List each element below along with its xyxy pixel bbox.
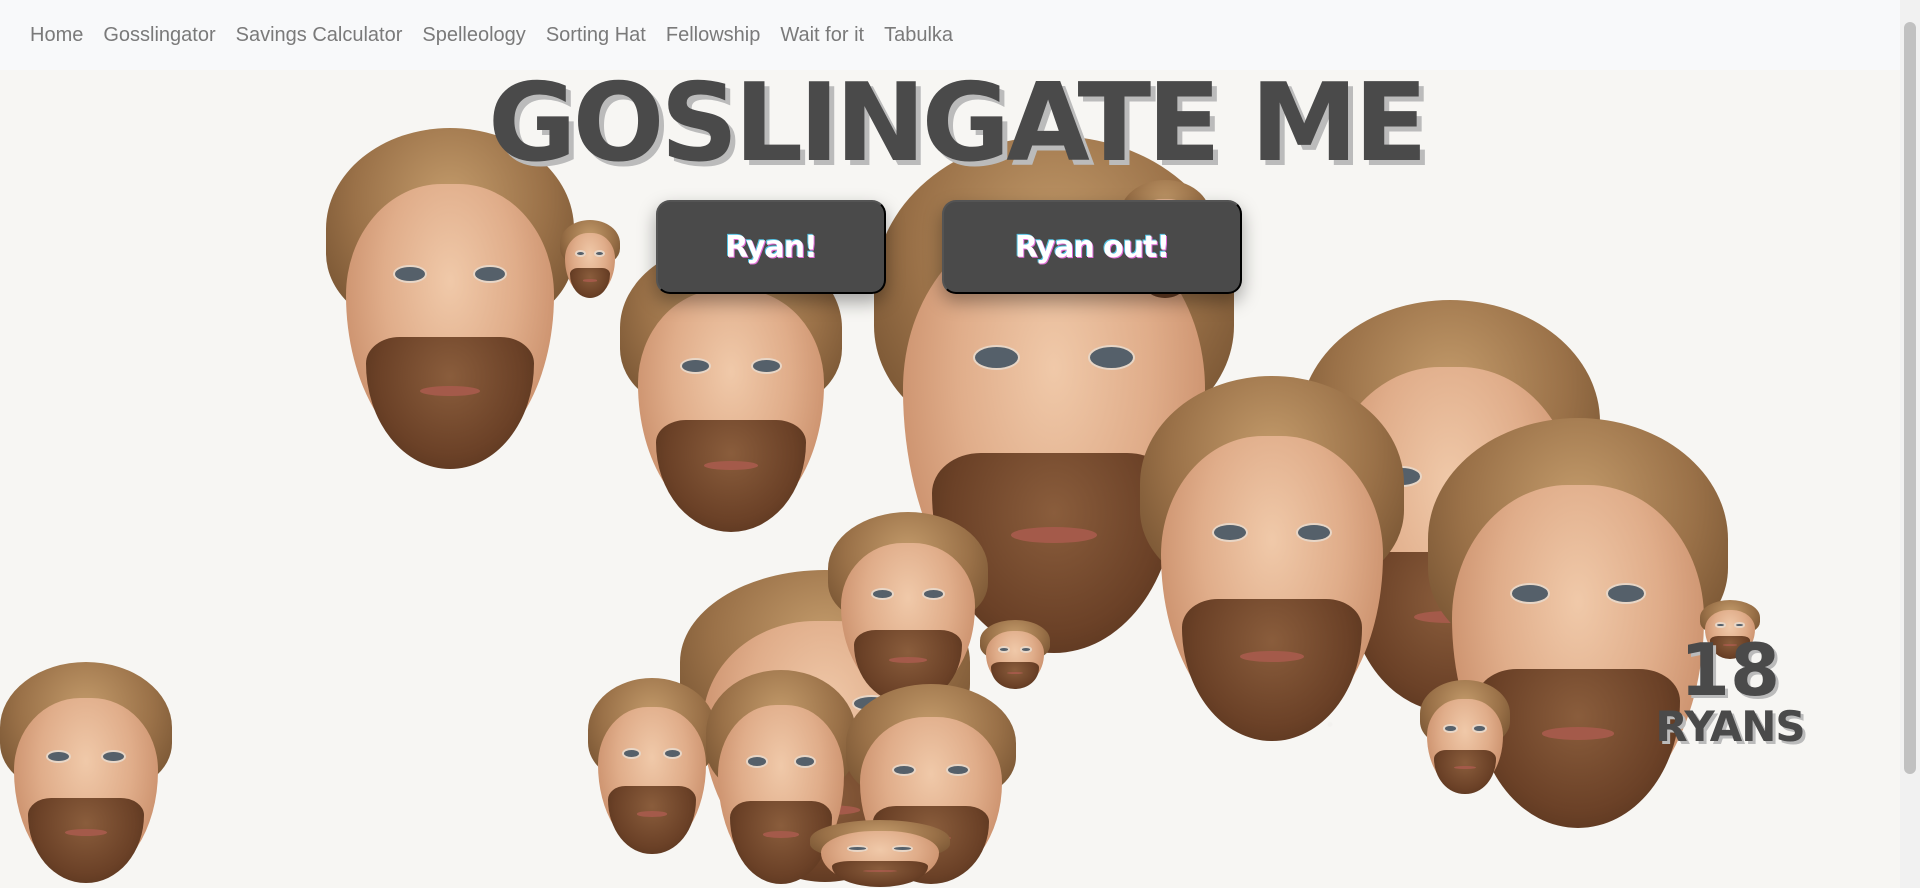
ryan-head-beard	[832, 860, 928, 887]
ryan-head-beard	[1182, 599, 1362, 741]
ryan-head-eye	[849, 847, 866, 850]
ryan-head-beard	[1434, 749, 1496, 794]
ryan-head-eye	[1213, 524, 1246, 540]
ryan-head-image	[0, 662, 172, 888]
add-ryan-button[interactable]: Ryan!	[656, 200, 886, 294]
nav-link-spelleology[interactable]: Spelleology	[422, 24, 525, 47]
ryan-head-mouth	[65, 829, 107, 836]
ryan-head-beard	[655, 419, 807, 533]
nav-link-fellowship[interactable]: Fellowship	[666, 24, 760, 47]
ryan-count-label: RYANS	[1655, 702, 1805, 751]
nav-link-home[interactable]: Home	[30, 24, 83, 47]
ryan-head-eye	[796, 757, 814, 766]
ryan-head-eye	[999, 648, 1008, 651]
ryan-head-eye	[1474, 726, 1485, 732]
remove-ryan-button[interactable]: Ryan out!	[942, 200, 1242, 294]
ryan-head-eye	[1445, 726, 1456, 732]
ryan-head-eye	[1608, 585, 1644, 602]
ryan-head-eye	[474, 267, 505, 282]
navbar: Home Gosslingator Savings Calculator Spe…	[0, 0, 1900, 70]
ryan-head-beard	[569, 268, 611, 299]
ryan-head-image	[560, 220, 620, 300]
ryan-head-image	[1140, 376, 1404, 748]
ryan-head-eye	[1022, 648, 1031, 651]
ryan-head-eye	[948, 765, 969, 774]
ryan-head-mouth	[704, 461, 758, 470]
ryan-head-eye	[1512, 585, 1548, 602]
ryan-head-mouth	[1010, 526, 1098, 543]
ryan-count-value: 18	[1679, 628, 1781, 712]
ryan-head-mouth	[1006, 671, 1024, 674]
nav-link-sorting-hat[interactable]: Sorting Hat	[546, 24, 646, 47]
ryan-head-mouth	[420, 385, 480, 396]
ryan-head-mouth	[636, 811, 668, 817]
ryan-head-beard	[991, 662, 1039, 689]
ryan-head-eye	[894, 847, 911, 850]
ryan-head-eye	[1298, 524, 1331, 540]
ryan-head-mouth	[582, 279, 598, 282]
ryan-head-beard	[365, 336, 535, 470]
nav-link-savings-calculator[interactable]: Savings Calculator	[236, 24, 403, 47]
page-title: GOSLINGATE ME	[488, 61, 1428, 186]
scrollbar-thumb[interactable]	[1904, 22, 1916, 774]
nav-link-tabulka[interactable]: Tabulka	[884, 24, 953, 47]
nav-link-wait-for-it[interactable]: Wait for it	[780, 24, 864, 47]
ryan-head-mouth	[1542, 727, 1614, 740]
ryan-head-mouth	[763, 831, 799, 838]
ryan-head-image	[1420, 680, 1510, 796]
ryan-head-beard	[608, 786, 696, 855]
ryan-head-beard	[27, 797, 145, 884]
ryan-head-image	[588, 678, 716, 858]
nav-link-gosslingator[interactable]: Gosslingator	[103, 24, 215, 47]
vertical-scrollbar[interactable]	[1900, 0, 1920, 888]
ryan-head-image	[810, 820, 950, 888]
ryan-counter: 18 RYANS	[1640, 634, 1820, 748]
ryan-head-image	[980, 620, 1050, 690]
ryan-head-eye	[893, 765, 914, 774]
ryan-head-mouth	[888, 657, 928, 663]
ryan-head-eye	[748, 757, 766, 766]
